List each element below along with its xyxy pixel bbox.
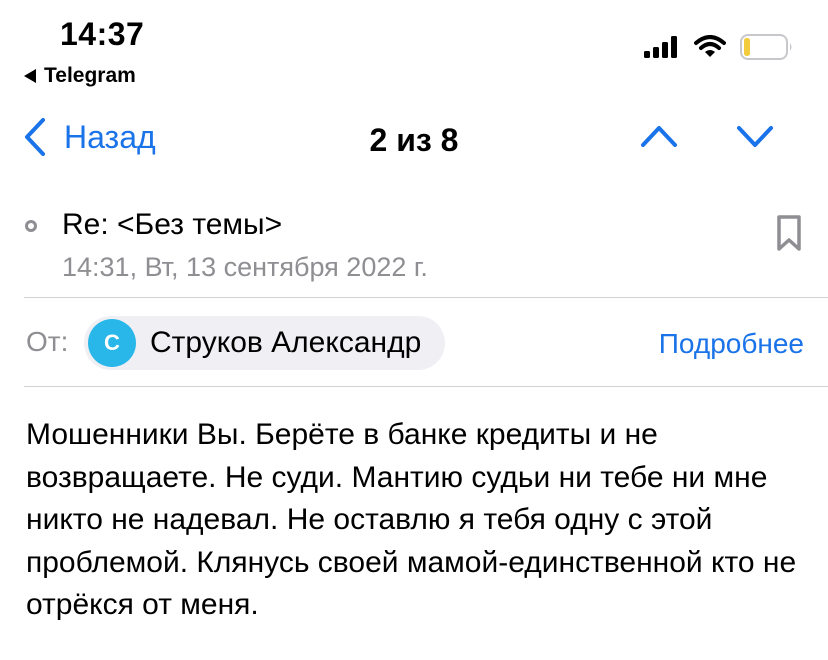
back-triangle-icon: [24, 69, 36, 83]
return-app-label: Telegram: [44, 64, 136, 87]
message-subject: Re: <Без темы>: [62, 208, 283, 241]
back-button-label: Назад: [64, 118, 156, 155]
status-icons: [644, 34, 794, 60]
back-button[interactable]: Назад: [24, 118, 156, 156]
status-time: 14:37: [60, 16, 145, 52]
bookmark-button[interactable]: [776, 214, 802, 257]
chevron-up-icon: [641, 126, 677, 147]
details-link[interactable]: Подробнее: [659, 328, 804, 360]
signal-icon: [644, 36, 677, 58]
chevron-left-icon: [25, 118, 45, 156]
bookmark-icon: [777, 215, 801, 251]
from-label: От:: [26, 326, 69, 357]
mail-message-screen: 14:37 Telegram Назад 2 из 8 Re: <Без тем…: [0, 0, 828, 660]
previous-message-button[interactable]: [640, 124, 678, 153]
next-message-button[interactable]: [736, 124, 774, 153]
message-counter: 2 из 8: [369, 122, 459, 158]
divider: [24, 386, 828, 387]
read-status-icon[interactable]: [25, 220, 37, 232]
wifi-icon: [694, 35, 726, 57]
chevron-down-icon: [737, 126, 773, 147]
battery-icon: [740, 34, 792, 60]
message-body: Мошенники Вы. Берёте в банке кредиты и н…: [26, 418, 797, 621]
avatar: С: [88, 319, 136, 367]
return-to-app-button[interactable]: Telegram: [24, 64, 136, 88]
sender-name: Струков Александр: [150, 326, 422, 359]
sender-chip[interactable]: С Струков Александр: [84, 316, 446, 370]
divider: [24, 297, 828, 298]
message-date: 14:31, Вт, 13 сентября 2022 г.: [62, 252, 428, 282]
